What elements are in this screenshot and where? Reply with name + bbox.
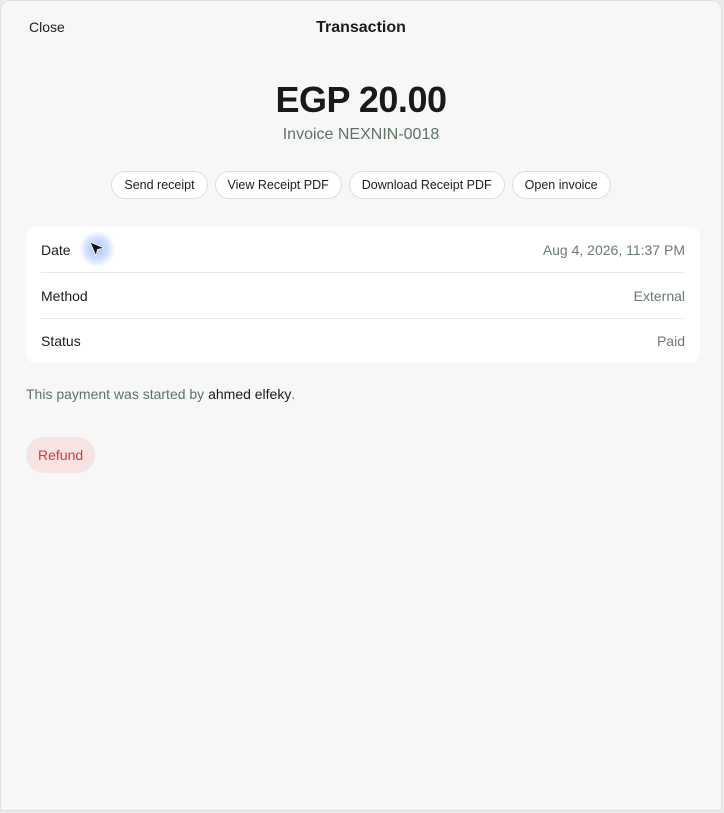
view-receipt-pdf-button[interactable]: View Receipt PDF bbox=[214, 171, 342, 199]
download-receipt-pdf-button[interactable]: Download Receipt PDF bbox=[348, 171, 505, 199]
sheet-title: Transaction bbox=[316, 19, 406, 36]
payment-started-by: This payment was started by ahmed elfeky… bbox=[26, 386, 295, 402]
detail-row-status: Status Paid bbox=[41, 319, 685, 363]
date-value: Aug 4, 2026, 11:37 PM bbox=[542, 241, 685, 258]
status-value: Paid bbox=[656, 333, 685, 349]
refund-button[interactable]: Refund bbox=[26, 437, 96, 473]
transaction-details-card: Date Aug 4, 2026, 11:37 PM Method Extern… bbox=[26, 227, 700, 363]
method-value: External bbox=[633, 287, 685, 304]
started-by-suffix: . bbox=[291, 386, 296, 402]
status-label: Status bbox=[41, 333, 81, 349]
receipt-actions: Send receipt View Receipt PDF Download R… bbox=[1, 171, 721, 199]
date-label: Date bbox=[41, 241, 71, 258]
send-receipt-button[interactable]: Send receipt bbox=[111, 171, 208, 199]
transaction-amount: EGP 20.00 bbox=[275, 79, 447, 120]
method-label: Method bbox=[41, 287, 88, 304]
started-by-prefix: This payment was started by bbox=[26, 386, 209, 402]
transaction-sheet: Close Transaction EGP 20.00 Invoice NEXN… bbox=[0, 0, 722, 811]
sheet-header: Close Transaction bbox=[1, 1, 721, 57]
open-invoice-button[interactable]: Open invoice bbox=[511, 171, 611, 199]
detail-row-date: Date Aug 4, 2026, 11:37 PM bbox=[41, 227, 685, 273]
detail-row-method: Method External bbox=[41, 273, 685, 319]
invoice-reference: Invoice NEXNIN-0018 bbox=[282, 126, 440, 143]
started-by-user: ahmed elfeky bbox=[208, 386, 292, 402]
